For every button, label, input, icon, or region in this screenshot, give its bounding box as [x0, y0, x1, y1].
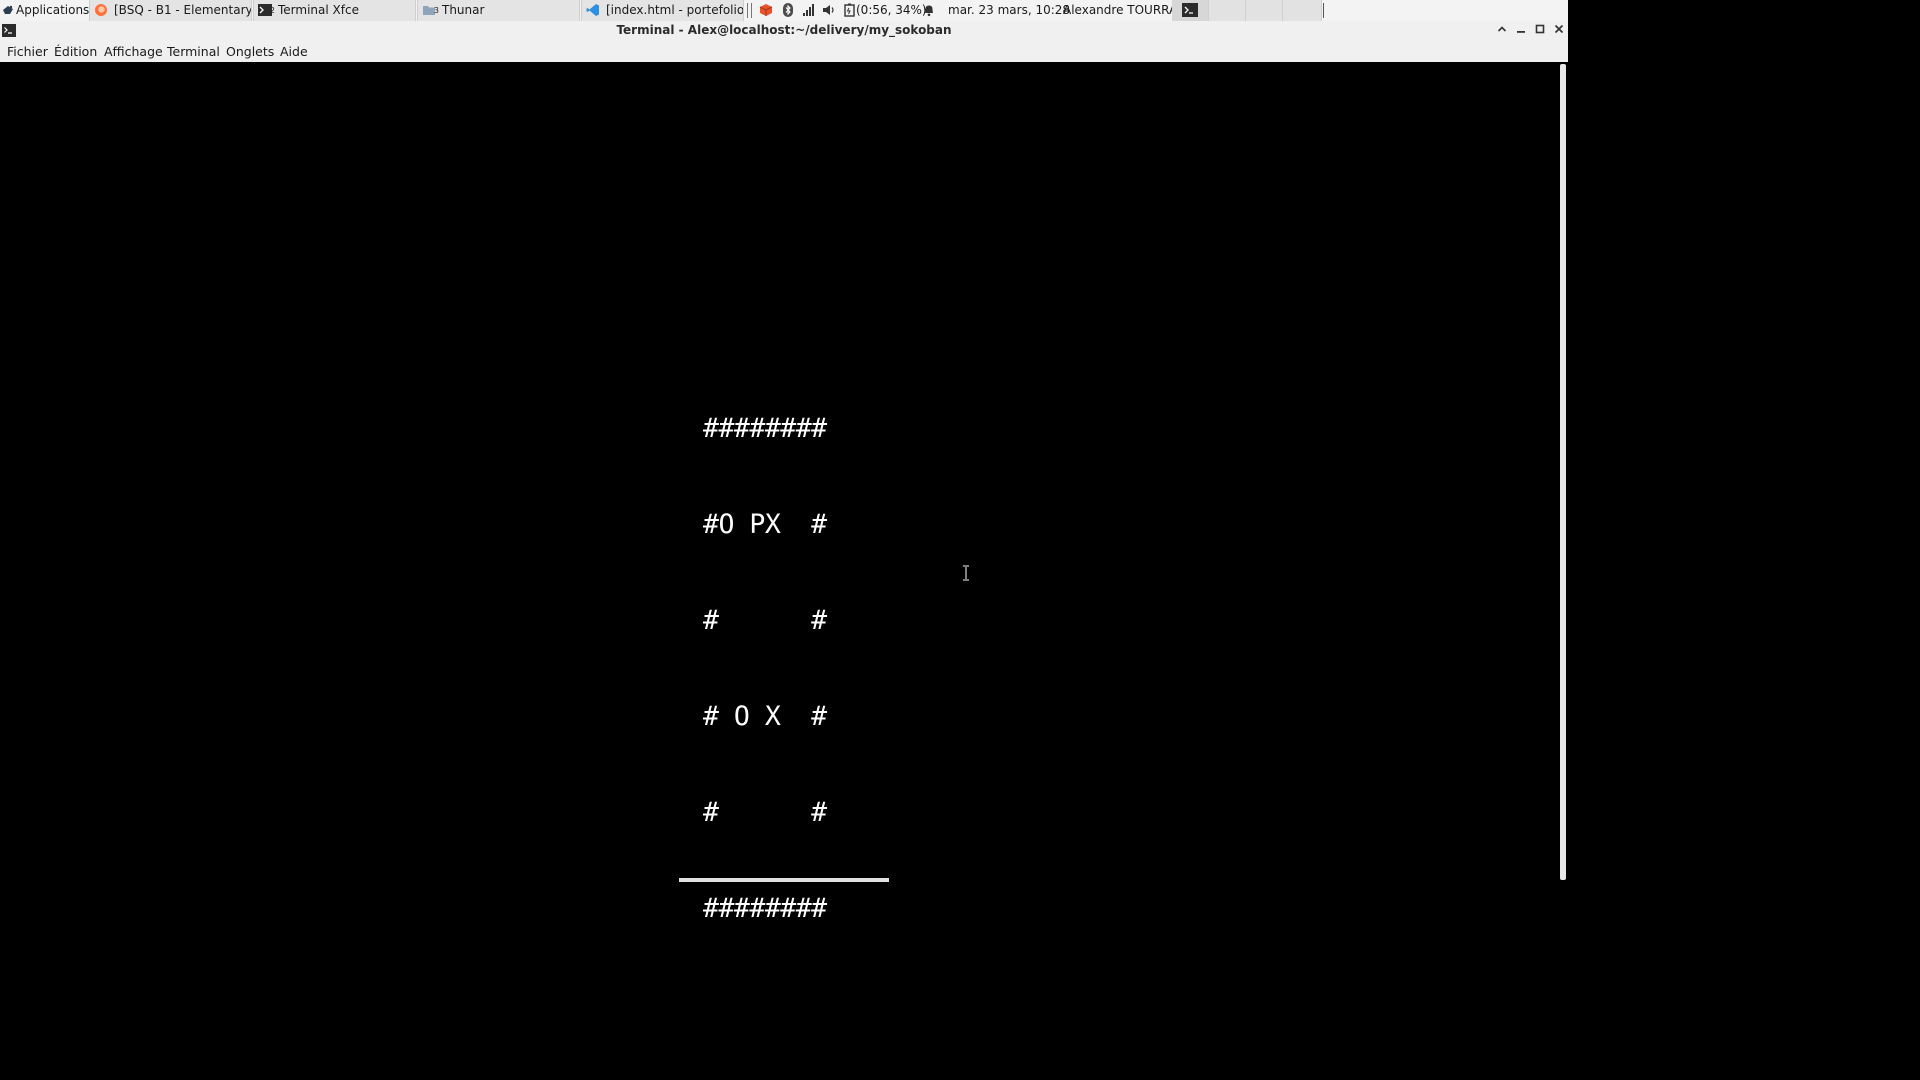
task-firefox[interactable]: [BSQ - B1 - Elementary ... — [89, 0, 252, 21]
vertical-scrollbar[interactable] — [1558, 62, 1568, 882]
task-count-badge: 2 — [269, 6, 275, 15]
task-count-badge: 3 — [433, 6, 439, 15]
workspace-1[interactable] — [1172, 0, 1209, 21]
menu-onglets[interactable]: Onglets — [226, 41, 274, 62]
window-titlebar[interactable]: Terminal - Alex@localhost:~/delivery/my_… — [0, 21, 1568, 42]
battery-icon[interactable] — [843, 3, 857, 17]
board-row: ######## — [703, 893, 827, 924]
bluetooth-icon[interactable] — [781, 3, 795, 17]
workspace-4[interactable] — [1283, 0, 1322, 21]
menu-aide[interactable]: Aide — [280, 41, 308, 62]
board-row: ######## — [703, 413, 827, 444]
panel-separator — [1323, 3, 1324, 18]
task-thunar[interactable]: 3 Thunar — [417, 0, 580, 21]
workspace-2[interactable] — [1209, 0, 1246, 21]
menu-terminal[interactable]: Terminal — [167, 41, 220, 62]
volume-icon[interactable] — [822, 3, 836, 17]
task-label: [index.html - portefolio ... — [606, 3, 744, 17]
task-vscode[interactable]: [index.html - portefolio ... — [581, 0, 744, 21]
xfce-mouse-icon — [3, 5, 13, 14]
applications-label: Applications — [16, 3, 90, 17]
shade-button[interactable] — [1495, 23, 1509, 37]
top-panel: Applications [BSQ - B1 - Elementary ... … — [0, 0, 1568, 22]
window-title: Terminal - Alex@localhost:~/delivery/my_… — [616, 23, 952, 37]
package-updater-icon[interactable] — [759, 3, 773, 17]
board-row: # O X # — [703, 701, 827, 732]
battery-status-text: (0:56, 34%) — [856, 3, 927, 17]
close-button[interactable] — [1552, 23, 1566, 37]
task-terminal[interactable]: 2 Terminal Xfce — [253, 0, 416, 21]
task-label: Thunar — [442, 3, 485, 17]
scrollbar-thumb[interactable] — [1560, 64, 1566, 880]
maximize-button[interactable] — [1533, 23, 1547, 37]
menu-edition[interactable]: Édition — [54, 41, 97, 62]
minimize-button[interactable] — [1514, 23, 1528, 37]
vscode-icon — [586, 4, 599, 16]
chevron-up-icon — [1497, 26, 1507, 32]
user-menu[interactable]: Alexandre TOURRAL — [1063, 0, 1184, 21]
workspace-3[interactable] — [1246, 0, 1283, 21]
menu-fichier[interactable]: Fichier — [7, 41, 48, 62]
menu-bar: Fichier Édition Affichage Terminal Ongle… — [0, 41, 1568, 63]
folder-icon: 3 — [422, 3, 439, 17]
close-icon — [1554, 24, 1564, 34]
panel-separator — [751, 3, 752, 18]
board-row: #O PX # — [703, 509, 827, 540]
horizontal-indicator-bar — [679, 878, 889, 882]
terminal-icon: 2 — [258, 3, 275, 17]
menu-affichage[interactable]: Affichage — [104, 41, 163, 62]
panel-separator — [747, 3, 748, 18]
text-cursor-icon — [963, 565, 969, 581]
notification-bell-icon[interactable] — [922, 3, 936, 17]
terminal-icon — [1182, 3, 1198, 17]
sokoban-board: ######## #O PX # # # # O X # # # #######… — [703, 349, 827, 957]
clock[interactable]: mar. 23 mars, 10:28 — [948, 0, 1070, 21]
task-label: [BSQ - B1 - Elementary ... — [114, 3, 252, 17]
board-row: # # — [703, 797, 827, 828]
applications-menu-button[interactable]: Applications — [2, 0, 89, 21]
network-signal-icon[interactable] — [802, 3, 816, 17]
minimize-icon — [1517, 31, 1525, 33]
task-label: Terminal Xfce — [278, 3, 359, 17]
maximize-icon — [1535, 24, 1545, 34]
firefox-icon — [95, 4, 107, 16]
board-row: # # — [703, 605, 827, 636]
